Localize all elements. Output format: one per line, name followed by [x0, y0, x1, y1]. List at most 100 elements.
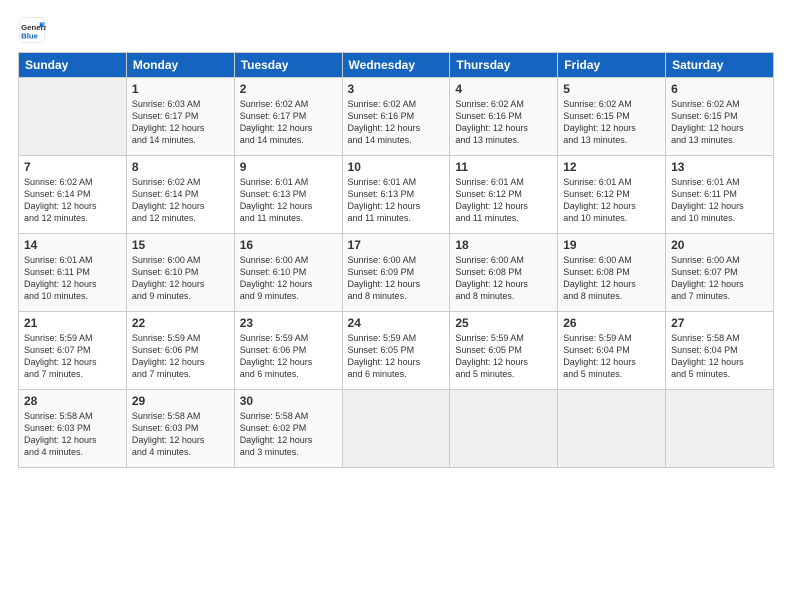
calendar-day-cell: 27 Sunrise: 5:58 AM Sunset: 6:04 PM Dayli…: [666, 312, 774, 390]
calendar-header-cell: Friday: [558, 53, 666, 78]
calendar-week-row: 1 Sunrise: 6:03 AM Sunset: 6:17 PM Daylig…: [19, 78, 774, 156]
day-info: Sunrise: 6:03 AM Sunset: 6:17 PM Dayligh…: [132, 98, 229, 147]
day-info: Sunrise: 6:00 AM Sunset: 6:08 PM Dayligh…: [563, 254, 660, 303]
day-info: Sunrise: 6:02 AM Sunset: 6:17 PM Dayligh…: [240, 98, 337, 147]
day-info: Sunrise: 6:02 AM Sunset: 6:15 PM Dayligh…: [671, 98, 768, 147]
calendar-day-cell: 18Sunrise: 6:00 AM Sunset: 6:08 PM Dayli…: [450, 234, 558, 312]
day-number: 1: [132, 82, 229, 96]
calendar-day-cell: [19, 78, 127, 156]
day-info: Sunrise: 6:00 AM Sunset: 6:09 PM Dayligh…: [348, 254, 445, 303]
calendar-day-cell: 9 Sunrise: 6:01 AM Sunset: 6:13 PM Daylig…: [234, 156, 342, 234]
day-number: 10: [348, 160, 445, 174]
calendar-day-cell: 23 Sunrise: 5:59 AM Sunset: 6:06 PM Dayli…: [234, 312, 342, 390]
day-number: 3: [348, 82, 445, 96]
calendar-week-row: 28 Sunrise: 5:58 AM Sunset: 6:03 PM Dayli…: [19, 390, 774, 468]
day-info: Sunrise: 5:58 AM Sunset: 6:04 PM Dayligh…: [671, 332, 768, 381]
calendar-header-cell: Wednesday: [342, 53, 450, 78]
day-number: 25: [455, 316, 552, 330]
day-info: Sunrise: 6:02 AM Sunset: 6:16 PM Dayligh…: [455, 98, 552, 147]
calendar-day-cell: 24Sunrise: 5:59 AM Sunset: 6:05 PM Dayli…: [342, 312, 450, 390]
day-number: 16: [240, 238, 337, 252]
calendar-day-cell: 13 Sunrise: 6:01 AM Sunset: 6:11 PM Dayli…: [666, 156, 774, 234]
calendar-day-cell: [558, 390, 666, 468]
calendar-week-row: 21 Sunrise: 5:59 AM Sunset: 6:07 PM Dayli…: [19, 312, 774, 390]
calendar-day-cell: [666, 390, 774, 468]
calendar-day-cell: 21 Sunrise: 5:59 AM Sunset: 6:07 PM Dayli…: [19, 312, 127, 390]
day-info: Sunrise: 6:00 AM Sunset: 6:08 PM Dayligh…: [455, 254, 552, 303]
day-info: Sunrise: 5:59 AM Sunset: 6:06 PM Dayligh…: [132, 332, 229, 381]
calendar-day-cell: 29 Sunrise: 5:58 AM Sunset: 6:03 PM Dayli…: [126, 390, 234, 468]
calendar-day-cell: [342, 390, 450, 468]
day-number: 5: [563, 82, 660, 96]
day-number: 7: [24, 160, 121, 174]
calendar-header: SundayMondayTuesdayWednesdayThursdayFrid…: [19, 53, 774, 78]
calendar-day-cell: [450, 390, 558, 468]
day-number: 21: [24, 316, 121, 330]
day-info: Sunrise: 6:00 AM Sunset: 6:10 PM Dayligh…: [240, 254, 337, 303]
day-number: 19: [563, 238, 660, 252]
calendar-body: 1 Sunrise: 6:03 AM Sunset: 6:17 PM Daylig…: [19, 78, 774, 468]
calendar-day-cell: 11 Sunrise: 6:01 AM Sunset: 6:12 PM Dayli…: [450, 156, 558, 234]
day-info: Sunrise: 5:59 AM Sunset: 6:05 PM Dayligh…: [455, 332, 552, 381]
day-number: 28: [24, 394, 121, 408]
day-number: 20: [671, 238, 768, 252]
calendar-day-cell: 20 Sunrise: 6:00 AM Sunset: 6:07 PM Dayli…: [666, 234, 774, 312]
calendar-header-cell: Sunday: [19, 53, 127, 78]
day-info: Sunrise: 5:59 AM Sunset: 6:07 PM Dayligh…: [24, 332, 121, 381]
calendar-day-cell: 25 Sunrise: 5:59 AM Sunset: 6:05 PM Dayli…: [450, 312, 558, 390]
calendar-week-row: 14Sunrise: 6:01 AM Sunset: 6:11 PM Dayli…: [19, 234, 774, 312]
calendar-header-cell: Thursday: [450, 53, 558, 78]
day-info: Sunrise: 6:01 AM Sunset: 6:13 PM Dayligh…: [240, 176, 337, 225]
calendar-header-cell: Monday: [126, 53, 234, 78]
calendar-header-cell: Saturday: [666, 53, 774, 78]
day-number: 6: [671, 82, 768, 96]
day-info: Sunrise: 5:58 AM Sunset: 6:03 PM Dayligh…: [132, 410, 229, 459]
day-number: 8: [132, 160, 229, 174]
day-info: Sunrise: 5:59 AM Sunset: 6:06 PM Dayligh…: [240, 332, 337, 381]
day-info: Sunrise: 6:02 AM Sunset: 6:14 PM Dayligh…: [132, 176, 229, 225]
calendar-day-cell: 28 Sunrise: 5:58 AM Sunset: 6:03 PM Dayli…: [19, 390, 127, 468]
day-number: 4: [455, 82, 552, 96]
day-info: Sunrise: 6:01 AM Sunset: 6:11 PM Dayligh…: [671, 176, 768, 225]
calendar-day-cell: 15 Sunrise: 6:00 AM Sunset: 6:10 PM Dayli…: [126, 234, 234, 312]
day-number: 12: [563, 160, 660, 174]
calendar-day-cell: 16 Sunrise: 6:00 AM Sunset: 6:10 PM Dayli…: [234, 234, 342, 312]
calendar-day-cell: 2 Sunrise: 6:02 AM Sunset: 6:17 PM Daylig…: [234, 78, 342, 156]
day-info: Sunrise: 5:58 AM Sunset: 6:02 PM Dayligh…: [240, 410, 337, 459]
day-info: Sunrise: 6:02 AM Sunset: 6:15 PM Dayligh…: [563, 98, 660, 147]
day-number: 22: [132, 316, 229, 330]
day-info: Sunrise: 6:02 AM Sunset: 6:16 PM Dayligh…: [348, 98, 445, 147]
day-number: 30: [240, 394, 337, 408]
calendar-header-cell: Tuesday: [234, 53, 342, 78]
day-info: Sunrise: 5:58 AM Sunset: 6:03 PM Dayligh…: [24, 410, 121, 459]
day-info: Sunrise: 6:01 AM Sunset: 6:13 PM Dayligh…: [348, 176, 445, 225]
logo: General Blue: [18, 16, 48, 44]
day-number: 27: [671, 316, 768, 330]
day-number: 17: [348, 238, 445, 252]
day-number: 9: [240, 160, 337, 174]
day-info: Sunrise: 6:00 AM Sunset: 6:10 PM Dayligh…: [132, 254, 229, 303]
day-number: 15: [132, 238, 229, 252]
calendar-day-cell: 8 Sunrise: 6:02 AM Sunset: 6:14 PM Daylig…: [126, 156, 234, 234]
calendar-day-cell: 30 Sunrise: 5:58 AM Sunset: 6:02 PM Dayli…: [234, 390, 342, 468]
calendar-day-cell: 4 Sunrise: 6:02 AM Sunset: 6:16 PM Daylig…: [450, 78, 558, 156]
calendar-day-cell: 12 Sunrise: 6:01 AM Sunset: 6:12 PM Dayli…: [558, 156, 666, 234]
day-info: Sunrise: 6:01 AM Sunset: 6:12 PM Dayligh…: [563, 176, 660, 225]
day-number: 23: [240, 316, 337, 330]
day-info: Sunrise: 6:01 AM Sunset: 6:12 PM Dayligh…: [455, 176, 552, 225]
calendar-day-cell: 14Sunrise: 6:01 AM Sunset: 6:11 PM Dayli…: [19, 234, 127, 312]
calendar-day-cell: 26Sunrise: 5:59 AM Sunset: 6:04 PM Dayli…: [558, 312, 666, 390]
calendar-day-cell: 22 Sunrise: 5:59 AM Sunset: 6:06 PM Dayli…: [126, 312, 234, 390]
day-number: 26: [563, 316, 660, 330]
day-number: 2: [240, 82, 337, 96]
day-number: 11: [455, 160, 552, 174]
svg-text:Blue: Blue: [21, 32, 39, 41]
calendar-day-cell: 5 Sunrise: 6:02 AM Sunset: 6:15 PM Daylig…: [558, 78, 666, 156]
day-number: 13: [671, 160, 768, 174]
day-number: 29: [132, 394, 229, 408]
calendar-day-cell: 3 Sunrise: 6:02 AM Sunset: 6:16 PM Daylig…: [342, 78, 450, 156]
day-info: Sunrise: 6:01 AM Sunset: 6:11 PM Dayligh…: [24, 254, 121, 303]
day-number: 24: [348, 316, 445, 330]
day-info: Sunrise: 6:00 AM Sunset: 6:07 PM Dayligh…: [671, 254, 768, 303]
calendar-day-cell: 7Sunrise: 6:02 AM Sunset: 6:14 PM Daylig…: [19, 156, 127, 234]
